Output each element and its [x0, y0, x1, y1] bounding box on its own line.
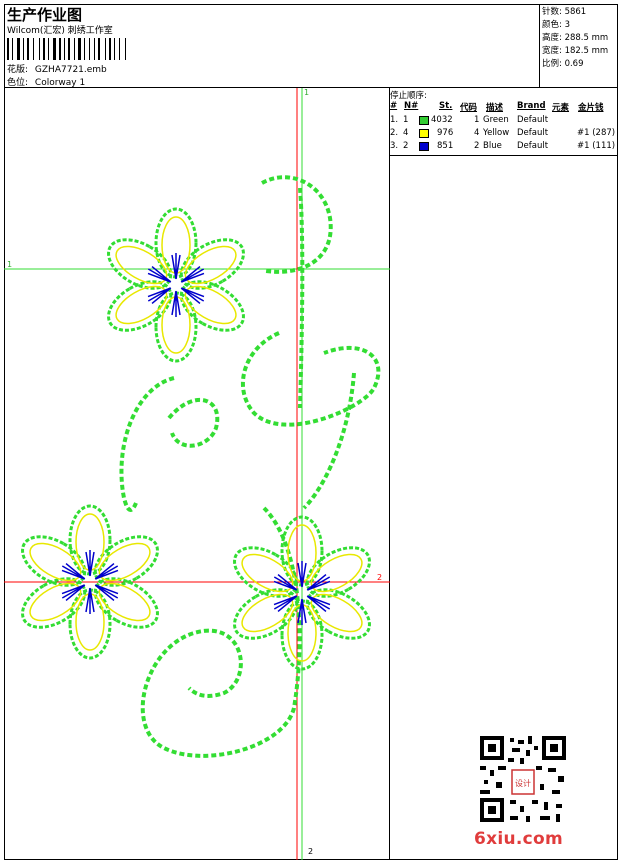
- header: 生产作业图 Wilcom(汇宏) 刺绣工作室 花版: GZHA7721.emb …: [4, 4, 540, 88]
- row2-desc: Yellow: [483, 128, 510, 138]
- row1-code: 1: [474, 115, 480, 125]
- embroidery-preview: [4, 88, 390, 860]
- page-title: 生产作业图: [7, 6, 83, 24]
- design-label: 花版:: [7, 65, 29, 75]
- row1-brand: Default: [517, 115, 549, 125]
- row1-stitches: 4032: [431, 115, 453, 125]
- guide-label-v2: 2: [308, 847, 314, 856]
- design-file: GZHA7721.emb: [34, 65, 107, 75]
- row3-needle: 2: [403, 141, 409, 151]
- guide-label-v1: 1: [304, 88, 310, 97]
- row3-sequin: #1 (111): [577, 141, 616, 151]
- row1-index: 1.: [390, 115, 399, 125]
- row2-code: 4: [474, 128, 480, 138]
- col-header-index: #: [390, 101, 398, 111]
- row1-desc: Green: [483, 115, 509, 125]
- stats-panel: 针数: 5861 颜色: 3 高度: 288.5 mm 宽度: 182.5 mm…: [540, 4, 618, 88]
- color-count: 颜色: 3: [542, 20, 570, 30]
- design-height: 高度: 288.5 mm: [542, 33, 609, 43]
- colorway-name: Colorway 1: [34, 78, 86, 88]
- row3-code: 2: [474, 141, 480, 151]
- row3-color-swatch: [419, 142, 429, 151]
- design-scale: 比例: 0.69: [542, 59, 584, 69]
- logo-stamp: 设计: [515, 778, 531, 788]
- row1-needle: 1: [403, 115, 409, 125]
- colorway-row: 色位: Colorway 1: [7, 75, 85, 88]
- swirl-stems: [119, 175, 381, 758]
- row2-stitches: 976: [437, 128, 454, 138]
- flower-top: [107, 207, 245, 363]
- col-header-code: 代码: [460, 103, 478, 113]
- row2-index: 2.: [390, 128, 399, 138]
- row2-sequin: #1 (287): [577, 128, 616, 138]
- row2-color-swatch: [419, 129, 429, 138]
- col-header-needle: N#: [404, 101, 419, 111]
- design-row: 花版: GZHA7721.emb: [7, 62, 107, 75]
- row3-index: 3.: [390, 141, 399, 151]
- design-width: 宽度: 182.5 mm: [542, 46, 609, 56]
- stop-sequence-title: 停止顺序:: [390, 91, 427, 101]
- row3-stitches: 851: [437, 141, 454, 151]
- row3-brand: Default: [517, 141, 549, 151]
- colorway-label: 色位:: [7, 78, 29, 88]
- row3-desc: Blue: [483, 141, 502, 151]
- col-header-desc: 描述: [486, 103, 504, 113]
- col-header-element: 元素: [552, 103, 570, 113]
- stop-sequence-panel: 停止顺序: # N# St. 代码 描述 Brand 元素 金片钱 1. 1 4…: [390, 88, 618, 156]
- col-header-brand: Brand: [517, 101, 546, 111]
- col-header-stitches: St.: [439, 101, 453, 111]
- guide-label-h1: 1: [7, 260, 13, 269]
- stitch-count: 针数: 5861: [542, 7, 587, 17]
- row2-needle: 4: [403, 128, 409, 138]
- barcode: [7, 38, 126, 60]
- design-canvas: 1 1 2 2: [4, 88, 390, 860]
- col-header-sequin: 金片钱: [578, 103, 604, 113]
- company-name: Wilcom(汇宏) 刺绣工作室: [7, 26, 113, 36]
- row1-color-swatch: [419, 116, 429, 125]
- guide-label-h2: 2: [377, 573, 383, 582]
- row2-brand: Default: [517, 128, 549, 138]
- watermark-text: 6xiu.com: [474, 829, 564, 849]
